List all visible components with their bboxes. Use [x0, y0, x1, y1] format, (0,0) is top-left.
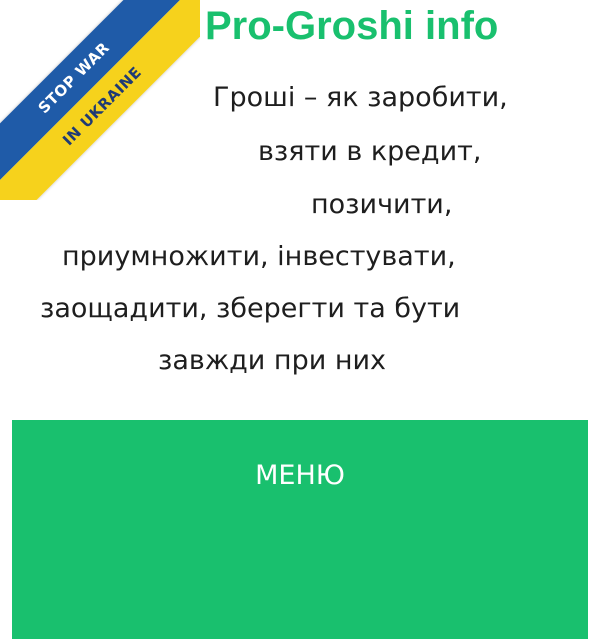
- tagline-line-2: взяти в кредит,: [258, 136, 482, 167]
- stop-war-ribbon: STOP WAR IN UKRAINE: [0, 0, 200, 200]
- menu-bar: МЕНЮ: [12, 420, 588, 639]
- tagline-line-1: Гроші – як заробити,: [213, 82, 508, 113]
- tagline-line-6: завжди при них: [158, 345, 387, 376]
- stop-war-banner: STOP WAR IN UKRAINE: [0, 0, 200, 200]
- tagline-line-5: заощадити, зберегти та бути: [40, 293, 461, 324]
- tagline-line-4: приумножити, інвестувати,: [62, 241, 456, 272]
- page: STOP WAR IN UKRAINE Pro-Groshi info Грош…: [0, 0, 590, 639]
- menu-toggle-button[interactable]: МЕНЮ: [12, 460, 588, 491]
- site-title-link[interactable]: Pro-Groshi info: [205, 4, 498, 49]
- tagline-line-3: позичити,: [311, 189, 453, 220]
